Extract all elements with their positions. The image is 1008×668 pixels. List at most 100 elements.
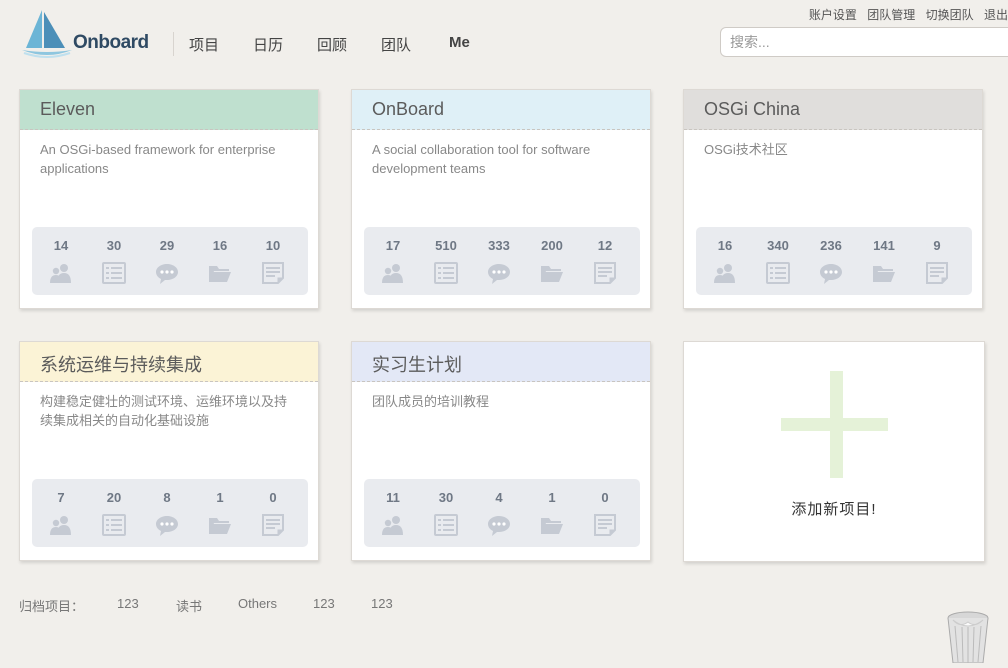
- stat-members[interactable]: 17: [366, 227, 420, 295]
- account-settings-link[interactable]: 账户设置: [809, 8, 857, 22]
- stat-count: 11: [386, 490, 400, 505]
- nav-item-review[interactable]: 回顾: [317, 34, 347, 55]
- stat-files[interactable]: 200: [525, 227, 579, 295]
- stat-count: 0: [601, 490, 609, 505]
- stat-discussions[interactable]: 236: [804, 227, 858, 295]
- task-list-icon: [102, 261, 126, 285]
- stat-tasks[interactable]: 340: [751, 227, 805, 295]
- stat-count: 200: [541, 238, 563, 253]
- archived-project-link[interactable]: Others: [238, 596, 277, 611]
- logout-link[interactable]: 退出: [984, 8, 1008, 22]
- project-title[interactable]: Eleven: [20, 90, 318, 130]
- stat-discussions[interactable]: 29: [140, 227, 194, 295]
- stat-members[interactable]: 11: [366, 479, 420, 547]
- stat-count: 7: [57, 490, 65, 505]
- plus-icon-horizontal: [781, 418, 888, 431]
- stat-files[interactable]: 141: [857, 227, 911, 295]
- stat-documents[interactable]: 10: [246, 227, 300, 295]
- stat-count: 29: [159, 238, 175, 253]
- stat-count: 10: [265, 238, 281, 253]
- archived-label: 归档项目：: [19, 599, 85, 614]
- nav-divider: [173, 32, 174, 56]
- sailboat-logo-icon: [22, 10, 72, 58]
- stat-members[interactable]: 7: [34, 479, 88, 547]
- project-card[interactable]: OSGi China OSGi技术社区 16 340 236 141 9: [683, 89, 983, 309]
- document-icon: [261, 261, 285, 285]
- project-card[interactable]: 系统运维与持续集成构建稳定健壮的测试环境、运维环境以及持续集成相关的自动化基础设…: [19, 341, 319, 561]
- users-icon: [381, 513, 405, 537]
- project-card[interactable]: Eleven An OSGi-based framework for enterp…: [19, 89, 319, 309]
- stat-count: 340: [767, 238, 789, 253]
- nav-item-projects[interactable]: 项目: [189, 34, 219, 55]
- stat-files[interactable]: 1: [193, 479, 247, 547]
- stat-discussions[interactable]: 8: [140, 479, 194, 547]
- task-list-icon: [434, 261, 458, 285]
- stat-documents[interactable]: 9: [910, 227, 964, 295]
- task-list-icon: [102, 513, 126, 537]
- folder-icon: [540, 513, 564, 537]
- project-title[interactable]: OnBoard: [352, 90, 650, 130]
- archived-project-link[interactable]: 读书: [176, 596, 202, 615]
- stat-files[interactable]: 16: [193, 227, 247, 295]
- project-stats: 17 510 333 200 12: [364, 227, 640, 295]
- users-icon: [381, 261, 405, 285]
- archived-project-link[interactable]: 123: [313, 596, 335, 611]
- document-icon: [593, 513, 617, 537]
- chat-bubble-icon: [155, 261, 179, 285]
- nav-item-team[interactable]: 团队: [381, 34, 411, 55]
- stat-members[interactable]: 16: [698, 227, 752, 295]
- stat-count: 4: [495, 490, 503, 505]
- stat-discussions[interactable]: 4: [472, 479, 526, 547]
- nav-item-calendar[interactable]: 日历: [253, 34, 283, 55]
- project-title[interactable]: 系统运维与持续集成: [20, 342, 318, 382]
- stat-tasks[interactable]: 510: [419, 227, 473, 295]
- project-description: 构建稳定健壮的测试环境、运维环境以及持续集成相关的自动化基础设施: [40, 394, 288, 428]
- stat-documents[interactable]: 12: [578, 227, 632, 295]
- project-title[interactable]: OSGi China: [684, 90, 982, 130]
- stat-count: 141: [873, 238, 895, 253]
- project-card[interactable]: OnBoard A social collaboration tool for s…: [351, 89, 651, 309]
- document-icon: [261, 513, 285, 537]
- users-icon: [713, 261, 737, 285]
- stat-documents[interactable]: 0: [246, 479, 300, 547]
- switch-team-link[interactable]: 切换团队: [926, 8, 974, 22]
- stat-documents[interactable]: 0: [578, 479, 632, 547]
- project-card[interactable]: 实习生计划 团队成员的培训教程 11 30 4 1 0: [351, 341, 651, 561]
- stat-files[interactable]: 1: [525, 479, 579, 547]
- document-icon: [593, 261, 617, 285]
- stat-count: 14: [53, 238, 69, 253]
- folder-icon: [208, 513, 232, 537]
- stat-count: 16: [717, 238, 733, 253]
- stat-tasks[interactable]: 30: [419, 479, 473, 547]
- stat-discussions[interactable]: 333: [472, 227, 526, 295]
- stat-members[interactable]: 14: [34, 227, 88, 295]
- project-description: A social collaboration tool for software…: [372, 142, 591, 176]
- task-list-icon: [434, 513, 458, 537]
- account-links: 账户设置 团队管理 切换团队 退出: [802, 6, 1008, 23]
- project-description: OSGi技术社区: [704, 142, 788, 157]
- nav-item-me[interactable]: Me: [449, 34, 470, 51]
- folder-icon: [208, 261, 232, 285]
- stat-count: 1: [216, 490, 224, 505]
- folder-icon: [872, 261, 896, 285]
- search-input[interactable]: [720, 27, 1008, 57]
- add-project-card[interactable]: 添加新项目!: [683, 341, 985, 562]
- archived-project-link[interactable]: 123: [117, 596, 139, 611]
- team-management-link[interactable]: 团队管理: [867, 8, 915, 22]
- archived-project-link[interactable]: 123: [371, 596, 393, 611]
- chat-bubble-icon: [155, 513, 179, 537]
- stat-tasks[interactable]: 20: [87, 479, 141, 547]
- stat-tasks[interactable]: 30: [87, 227, 141, 295]
- stat-count: 236: [820, 238, 842, 253]
- stat-count: 8: [163, 490, 171, 505]
- trash-can-icon[interactable]: [945, 610, 991, 664]
- project-stats: 16 340 236 141 9: [696, 227, 972, 295]
- stat-count: 16: [212, 238, 228, 253]
- document-icon: [925, 261, 949, 285]
- brand-logo[interactable]: Onboard: [20, 8, 155, 58]
- folder-icon: [540, 261, 564, 285]
- add-project-label: 添加新项目!: [791, 501, 877, 518]
- stat-count: 30: [106, 238, 122, 253]
- users-icon: [49, 261, 73, 285]
- project-title[interactable]: 实习生计划: [352, 342, 650, 382]
